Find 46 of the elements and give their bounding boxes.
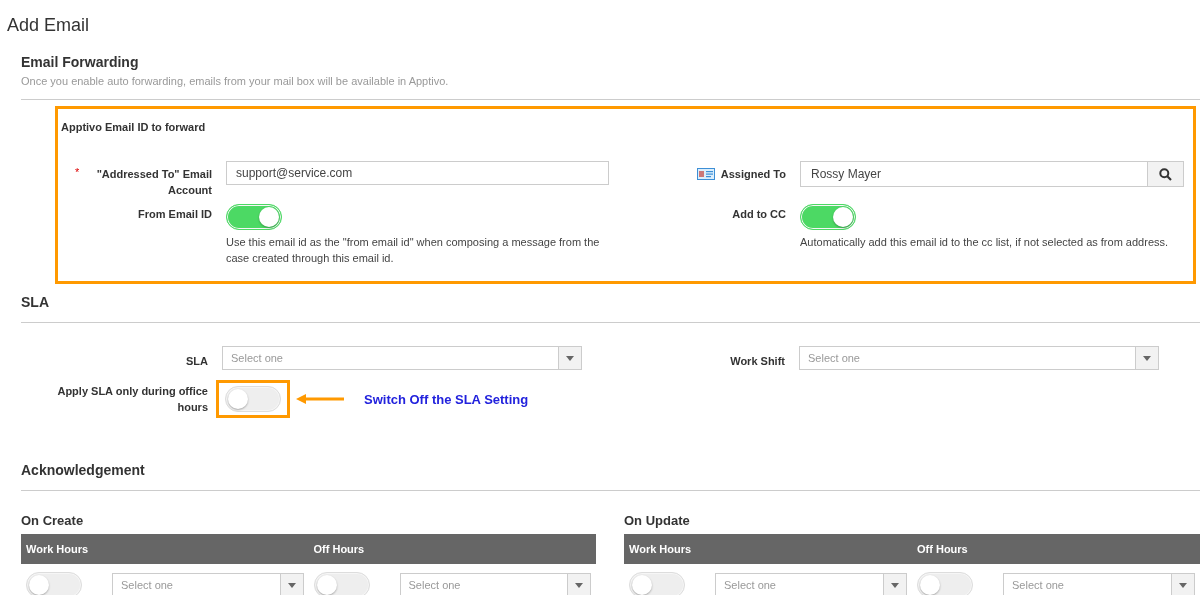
toggle-switch[interactable] xyxy=(917,572,973,595)
required-mark: * xyxy=(74,166,80,178)
field-label: "Addressed To" Email Account xyxy=(95,167,212,198)
column-header: Off Hours xyxy=(312,543,366,555)
search-button[interactable] xyxy=(1148,161,1184,187)
page-title: Add Email xyxy=(6,14,91,36)
toggle-switch[interactable] xyxy=(313,572,370,595)
select-dropdown[interactable]: Select one xyxy=(399,573,591,595)
select-dropdown[interactable]: Select one xyxy=(715,573,907,595)
field-label: Work Shift xyxy=(730,355,785,367)
section-heading: Acknowledgement xyxy=(21,462,146,478)
callout-text: Switch Off the SLA Setting xyxy=(364,391,529,407)
select-dropdown[interactable]: Select one xyxy=(799,346,1159,370)
toggle-switch[interactable] xyxy=(26,572,82,595)
column-header: Off Hours xyxy=(916,543,969,555)
field-label: Add to CC xyxy=(732,207,786,222)
search-icon xyxy=(1159,167,1172,181)
caret-icon xyxy=(575,582,583,588)
caret-icon xyxy=(891,582,899,588)
field-label: Assigned To xyxy=(720,167,786,182)
email-input-field[interactable]: support@service.com xyxy=(226,161,609,185)
group-heading: On Update xyxy=(624,513,691,528)
caret-icon xyxy=(1179,582,1187,588)
field-label: SLA xyxy=(186,355,208,367)
caret-icon xyxy=(566,355,574,361)
help-text: Use this email id as the "from email id" when composing a message from the case created through this email id. xyxy=(226,235,601,266)
section-heading: Email Forwarding xyxy=(21,54,140,70)
toggle-switch[interactable] xyxy=(225,386,281,412)
help-text: Automatically add this email id to the cc list, if not selected as from address. xyxy=(800,235,1170,250)
field-label: Apply SLA only during office hours xyxy=(56,384,208,415)
section-description: Once you enable auto forwarding, emails from your mail box will be available in Apptivo. xyxy=(21,75,450,87)
column-header: Work Hours xyxy=(628,543,693,555)
caret-icon xyxy=(1143,355,1151,361)
arrow-icon xyxy=(296,394,344,404)
section-heading: SLA xyxy=(21,294,50,310)
field-label: From Email ID xyxy=(138,207,212,222)
subsection-heading: Apptivo Email ID to forward xyxy=(61,121,207,133)
contact-card-icon xyxy=(696,168,715,180)
caret-icon xyxy=(287,582,296,588)
select-dropdown[interactable]: Select one xyxy=(222,346,582,370)
toggle-switch[interactable] xyxy=(629,572,685,595)
column-header: Work Hours xyxy=(25,543,90,555)
assignee-input-field[interactable]: Rossy Mayer xyxy=(800,161,1148,187)
group-heading: On Create xyxy=(21,513,85,528)
select-dropdown[interactable]: Select one xyxy=(1003,573,1195,595)
select-dropdown[interactable]: Select one xyxy=(112,573,304,595)
